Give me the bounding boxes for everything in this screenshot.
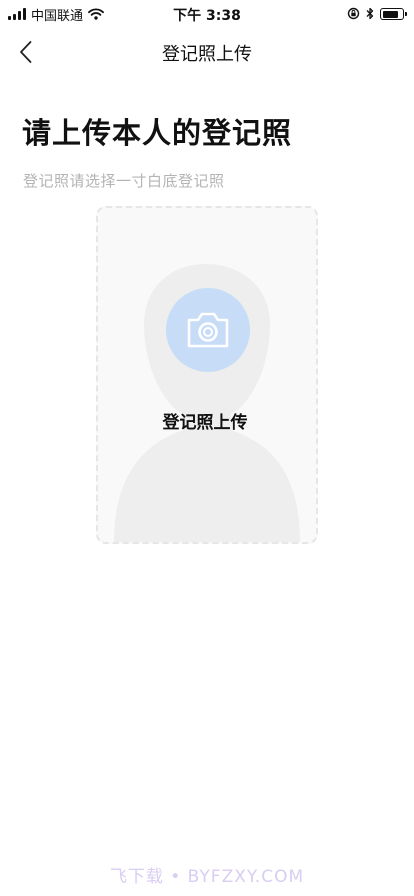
nav-bar: 登记照上传 [0,30,414,74]
upload-label: 登记照上传 [162,413,248,433]
page-subtitle: 登记照请选择一寸白底登记照 [23,172,225,190]
watermark: 飞下载 • BYFZXY.COM [109,867,305,887]
orientation-lock-icon [347,5,360,24]
photo-upload-area[interactable]: 登记照上传 [96,206,318,544]
nav-title: 登记照上传 [162,44,252,65]
camera-icon [187,312,229,348]
person-silhouette-icon [114,264,300,542]
camera-button[interactable] [166,288,250,372]
battery-icon [380,8,407,20]
status-right [347,5,407,24]
page-title: 请上传本人的登记照 [22,116,293,150]
battery-level [382,10,398,18]
status-bar: 中国联通 下午 3:38 [0,0,414,28]
bluetooth-icon [366,5,374,24]
